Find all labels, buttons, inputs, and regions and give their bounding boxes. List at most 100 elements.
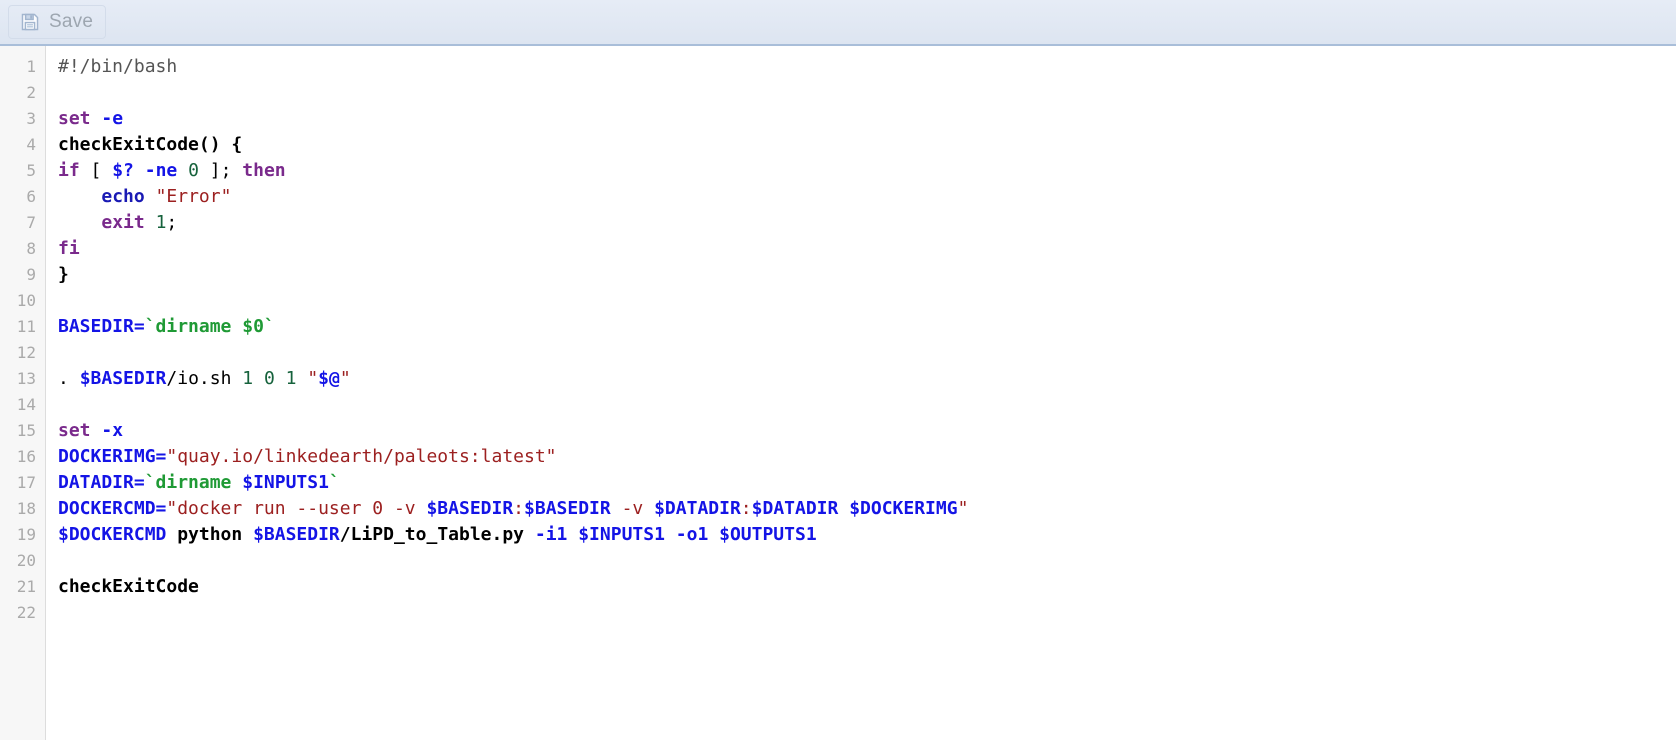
code-line[interactable]: fi xyxy=(58,236,1676,262)
code-line[interactable] xyxy=(58,80,1676,106)
code-line[interactable]: set -e xyxy=(58,106,1676,132)
line-number: 12 xyxy=(16,343,36,362)
code-token: 1 xyxy=(285,368,297,389)
code-token: set xyxy=(58,108,91,129)
code-token: if xyxy=(58,160,80,181)
line-number: 21 xyxy=(16,577,36,596)
code-token: $BASEDIR xyxy=(253,524,340,545)
code-line[interactable] xyxy=(58,288,1676,314)
line-number: 16 xyxy=(16,447,36,466)
code-token: checkExitCode xyxy=(58,576,199,597)
line-number: 2 xyxy=(26,83,36,102)
code-line[interactable]: checkExitCode() { xyxy=(58,132,1676,158)
editor-toolbar: Save xyxy=(0,0,1676,46)
code-line[interactable]: . $BASEDIR/io.sh 1 0 1 "$@" xyxy=(58,366,1676,392)
code-token: /LiPD_to_Table.py xyxy=(339,524,535,545)
code-line[interactable]: echo "Error" xyxy=(58,184,1676,210)
line-number: 9 xyxy=(26,265,36,284)
code-line[interactable]: DOCKERCMD="docker run --user 0 -v $BASED… xyxy=(58,496,1676,522)
line-number: 15 xyxy=(16,421,36,440)
code-token: #!/bin/bash xyxy=(58,56,178,77)
code-token: $DATADIR xyxy=(751,498,839,519)
code-token: $OUTPUTS1 xyxy=(719,524,817,545)
code-line[interactable]: DOCKERIMG="quay.io/linkedearth/paleots:l… xyxy=(58,444,1676,470)
code-token: "Error" xyxy=(155,186,232,207)
code-line[interactable] xyxy=(58,392,1676,418)
code-token: `dirname xyxy=(144,472,243,493)
code-line[interactable]: DATADIR=`dirname $INPUTS1` xyxy=(58,470,1676,496)
code-token: exit xyxy=(101,212,145,233)
code-token: : xyxy=(513,498,525,519)
line-number: 20 xyxy=(16,551,36,570)
code-line[interactable]: set -x xyxy=(58,418,1676,444)
code-token: " xyxy=(307,368,319,389)
code-token: `dirname $0` xyxy=(144,316,275,337)
code-line[interactable] xyxy=(58,340,1676,366)
code-line[interactable]: #!/bin/bash xyxy=(58,54,1676,80)
code-token: $INPUTS1 xyxy=(242,472,329,493)
code-token: /io.sh xyxy=(166,368,243,389)
code-token: " xyxy=(339,368,351,389)
code-token: "docker run --user 0 -v xyxy=(166,498,427,519)
code-line[interactable] xyxy=(58,600,1676,626)
code-line[interactable] xyxy=(58,548,1676,574)
line-number: 19 xyxy=(16,525,36,544)
code-editor[interactable]: 1 2 3 4 5 6 7 8 9 10 11 12 13 14 15 16 17 18 19 20 21 22 #!/b… xyxy=(0,46,1676,740)
code-token: -e xyxy=(101,108,124,129)
code-token: " xyxy=(957,498,969,519)
code-token: $BASEDIR xyxy=(524,498,611,519)
code-content[interactable]: #!/bin/bash set -e checkExitCode() {if [ … xyxy=(46,46,1676,740)
code-token: then xyxy=(242,160,286,181)
code-token: "quay.io/linkedearth/paleots:latest" xyxy=(166,446,557,467)
save-button[interactable]: Save xyxy=(8,5,107,39)
code-token: 1 xyxy=(155,212,167,233)
code-line[interactable]: BASEDIR=`dirname $0` xyxy=(58,314,1676,340)
save-button-label: Save xyxy=(49,11,94,32)
code-token: -v xyxy=(621,498,644,519)
line-number: 6 xyxy=(26,187,36,206)
code-token: ]; xyxy=(198,160,243,181)
code-token: -o1 xyxy=(675,524,709,545)
code-token: DOCKERIMG= xyxy=(58,446,167,467)
code-token: $@ xyxy=(318,368,340,389)
code-line[interactable]: $DOCKERCMD python $BASEDIR/LiPD_to_Table… xyxy=(58,522,1676,548)
code-line[interactable]: exit 1; xyxy=(58,210,1676,236)
code-token: 1 xyxy=(242,368,254,389)
code-token: : xyxy=(740,498,752,519)
line-number: 7 xyxy=(26,213,36,232)
code-token: -x xyxy=(101,420,124,441)
code-token: $DOCKERCMD xyxy=(58,524,167,545)
code-token: python xyxy=(166,524,254,545)
code-token: ; xyxy=(166,212,178,233)
code-line[interactable]: } xyxy=(58,262,1676,288)
code-token: checkExitCode() { xyxy=(58,134,243,155)
line-number: 17 xyxy=(16,473,36,492)
code-token: -ne xyxy=(144,160,178,181)
line-number: 11 xyxy=(16,317,36,336)
line-number: 13 xyxy=(16,369,36,388)
code-token: $INPUTS1 xyxy=(578,524,665,545)
code-token: set xyxy=(58,420,91,441)
line-number: 3 xyxy=(26,109,36,128)
code-token: ` xyxy=(328,472,340,493)
code-token: } xyxy=(58,264,69,285)
code-token: BASEDIR= xyxy=(58,316,145,337)
code-line[interactable]: checkExitCode xyxy=(58,574,1676,600)
code-token: $DATADIR xyxy=(654,498,741,519)
code-line[interactable]: if [ $? -ne 0 ]; then xyxy=(58,158,1676,184)
